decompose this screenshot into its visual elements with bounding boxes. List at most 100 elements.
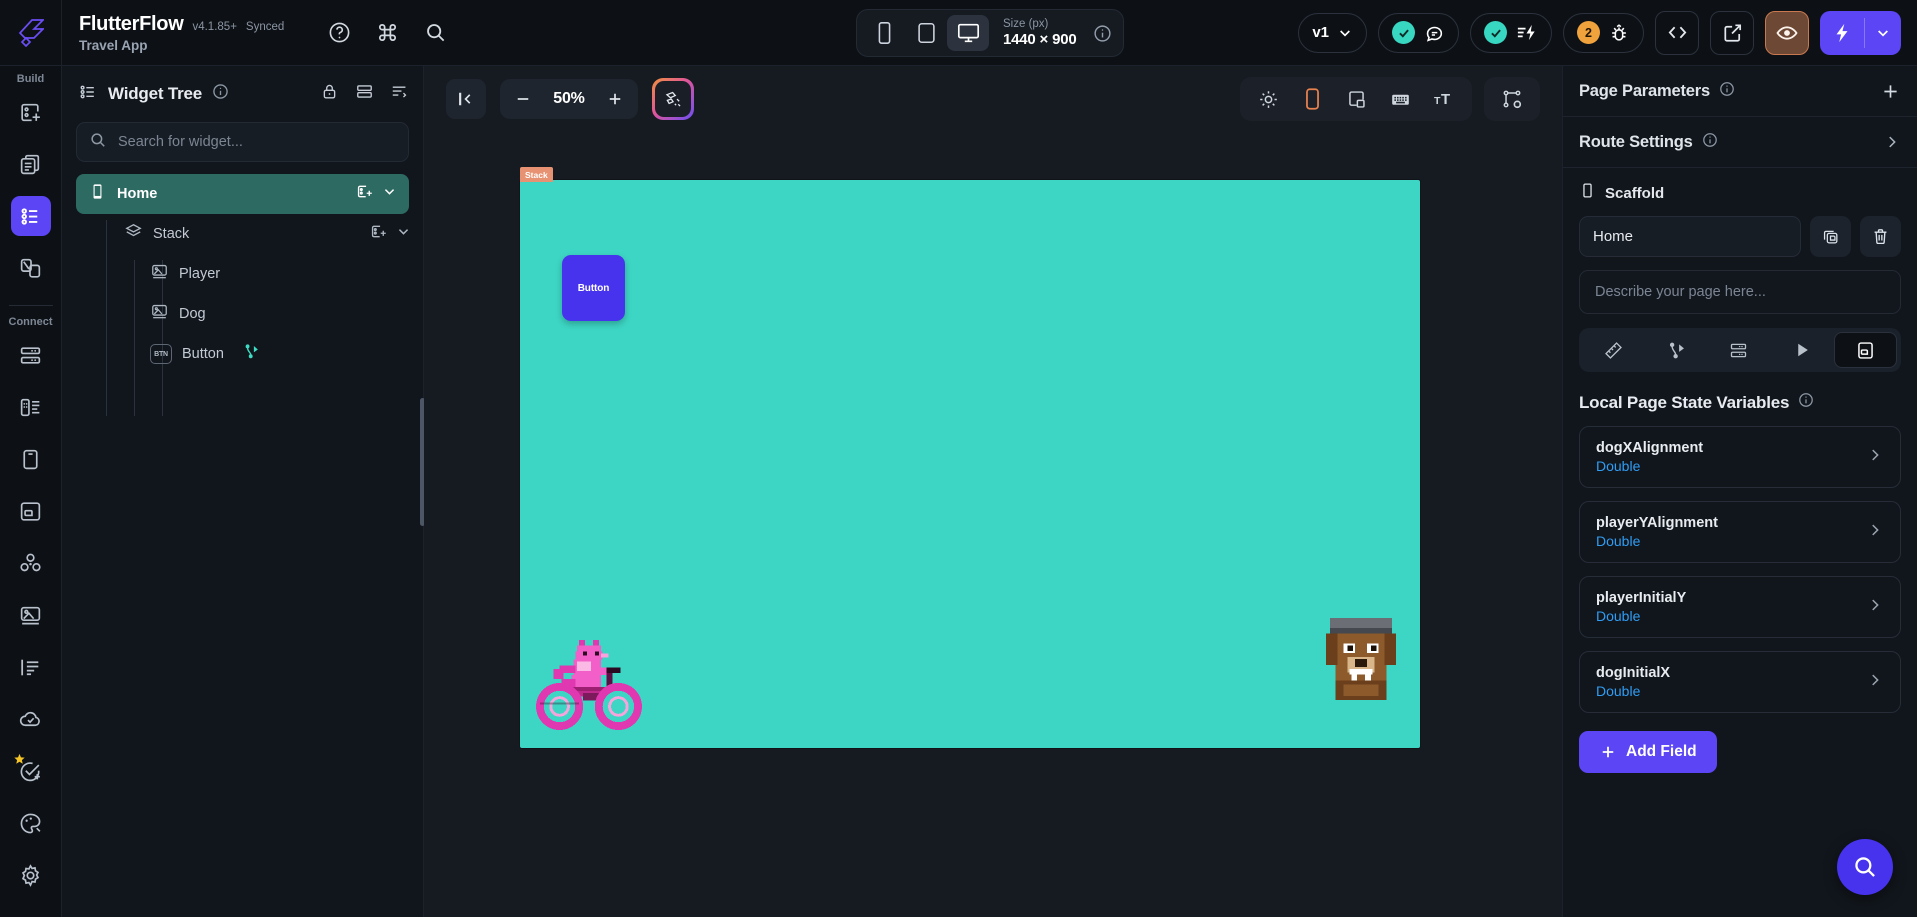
sidebar-item-settings[interactable] [11, 855, 51, 895]
add-widget-icon[interactable] [355, 182, 374, 206]
brightness-toggle[interactable] [1246, 81, 1290, 117]
help-circle-icon[interactable] [326, 20, 352, 46]
search-fab-button[interactable] [1837, 839, 1893, 895]
tree-node-stack[interactable]: Stack [62, 214, 423, 254]
sidebar-item-media[interactable] [11, 595, 51, 635]
route-settings-row[interactable]: Route Settings [1563, 117, 1917, 168]
ai-assist-button[interactable] [652, 78, 694, 120]
layers-panel-icon[interactable] [355, 82, 374, 106]
flutterflow-logo-icon[interactable] [0, 0, 62, 66]
add-parameter-button[interactable] [1880, 81, 1901, 102]
chevron-down-icon[interactable] [382, 184, 397, 204]
zoom-in-button[interactable] [598, 82, 632, 116]
page-description-input[interactable] [1595, 284, 1885, 300]
info-icon[interactable] [1798, 392, 1814, 413]
chevron-down-icon[interactable] [396, 224, 411, 244]
command-icon[interactable] [374, 20, 400, 46]
tab-animations[interactable] [1771, 332, 1832, 368]
duplicate-page-button[interactable] [1810, 216, 1851, 257]
tree-node-player[interactable]: Player [62, 254, 423, 294]
sidebar-item-app-state[interactable] [11, 439, 51, 479]
expand-list-icon[interactable] [390, 82, 409, 106]
deploy-status-button[interactable] [1470, 12, 1552, 53]
chevron-right-icon[interactable] [1866, 671, 1884, 694]
text-scale-toggle[interactable]: T T [1422, 81, 1466, 117]
state-variable-card[interactable]: dogInitialX Double [1579, 651, 1901, 713]
folder-icon [20, 501, 41, 521]
search-input[interactable] [118, 134, 396, 150]
info-icon[interactable] [1089, 24, 1117, 43]
run-options-caret[interactable] [1865, 25, 1901, 41]
state-variable-card[interactable]: playerYAlignment Double [1579, 501, 1901, 563]
device-desktop-button[interactable] [947, 15, 989, 51]
collapse-panel-button[interactable] [446, 79, 486, 119]
action-flow-icon[interactable] [242, 342, 261, 366]
delete-page-button[interactable] [1860, 216, 1901, 257]
issues-button[interactable]: 2 [1563, 12, 1644, 53]
tab-backend-query[interactable] [1709, 332, 1770, 368]
sidebar-item-theme[interactable] [11, 803, 51, 843]
page-name-input[interactable] [1593, 228, 1787, 245]
sidebar-item-api-calls[interactable] [11, 387, 51, 427]
top-icon-group [326, 20, 448, 46]
sidebar-item-integrations[interactable] [11, 543, 51, 583]
state-variable-card[interactable]: dogXAlignment Double [1579, 426, 1901, 488]
sidebar-item-new-page[interactable] [11, 92, 51, 132]
eye-icon [1776, 25, 1798, 40]
canvas-viewport[interactable]: Stack Button [424, 132, 1562, 917]
run-app-button[interactable] [1820, 10, 1901, 55]
check-badge-icon [1484, 21, 1507, 44]
device-frame-toggle[interactable] [1290, 81, 1334, 117]
info-icon[interactable] [1719, 81, 1735, 102]
sidebar-item-components[interactable] [11, 248, 51, 288]
chevron-right-icon[interactable] [1883, 133, 1901, 151]
add-widget-icon[interactable] [369, 222, 388, 246]
preview-toggle-button[interactable] [1765, 10, 1809, 55]
page-name-field[interactable] [1579, 216, 1801, 257]
layout-guides-toggle[interactable] [1334, 81, 1378, 117]
sidebar-item-pages[interactable] [11, 144, 51, 184]
widget-search-field[interactable] [76, 122, 409, 162]
sidebar-item-widget-tree[interactable] [10, 196, 51, 236]
search-icon[interactable] [422, 20, 448, 46]
chevron-right-icon[interactable] [1866, 446, 1884, 469]
variable-name: dogXAlignment [1596, 440, 1704, 456]
device-phone-button[interactable] [863, 15, 905, 51]
tree-node-button[interactable]: BTN Button [62, 334, 423, 374]
state-variable-card[interactable]: playerInitialY Double [1579, 576, 1901, 638]
chevron-right-icon[interactable] [1866, 521, 1884, 544]
info-icon[interactable] [1702, 132, 1718, 153]
share-button[interactable] [1710, 10, 1754, 55]
dog-sprite-image[interactable] [1322, 610, 1400, 708]
version-selector-button[interactable]: v1 [1298, 12, 1367, 53]
chevron-right-icon[interactable] [1866, 596, 1884, 619]
zoom-out-button[interactable] [506, 82, 540, 116]
tree-node-dog[interactable]: Dog [62, 294, 423, 334]
node-settings-button[interactable] [1490, 81, 1534, 117]
tab-actions[interactable] [1646, 332, 1707, 368]
keyboard-toggle[interactable] [1378, 81, 1422, 117]
canvas-button-label: Button [577, 282, 610, 294]
artboard-home[interactable]: Stack Button [520, 167, 1420, 748]
stack-widget-tag[interactable]: Stack [520, 167, 553, 182]
device-tablet-button[interactable] [905, 15, 947, 51]
canvas-button-widget[interactable]: Button [562, 255, 625, 321]
database-icon [20, 346, 41, 364]
tree-node-home[interactable]: Home [76, 174, 409, 214]
add-field-button[interactable]: Add Field [1579, 731, 1717, 773]
comments-button[interactable] [1378, 12, 1459, 53]
tab-page-state[interactable] [1834, 332, 1897, 368]
sidebar-item-database[interactable] [11, 335, 51, 375]
page-parameters-row[interactable]: Page Parameters [1563, 66, 1917, 117]
phone-icon [88, 182, 107, 206]
sidebar-item-content[interactable] [11, 647, 51, 687]
sidebar-item-deploy[interactable] [11, 699, 51, 739]
lock-icon[interactable] [320, 82, 339, 106]
sidebar-item-tests[interactable] [11, 751, 51, 791]
tab-design[interactable] [1583, 332, 1644, 368]
sidebar-item-assets[interactable] [11, 491, 51, 531]
page-description-field[interactable] [1579, 270, 1901, 314]
player-sprite-image[interactable] [535, 632, 643, 730]
info-icon[interactable] [212, 83, 229, 105]
code-view-button[interactable] [1655, 10, 1699, 55]
